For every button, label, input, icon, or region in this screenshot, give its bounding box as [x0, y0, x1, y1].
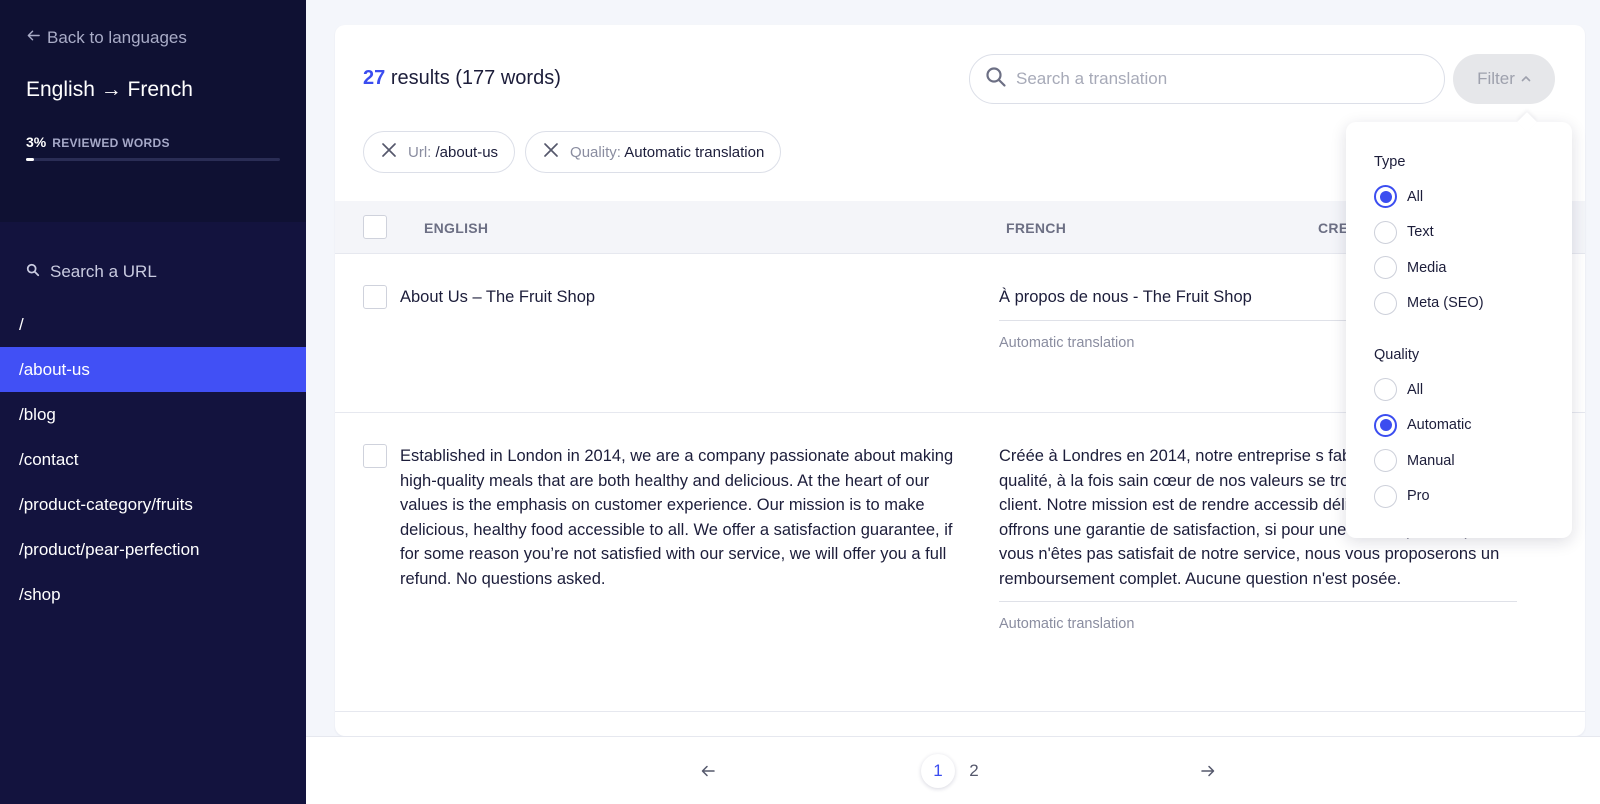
url-item[interactable]: /blog: [0, 392, 306, 437]
option-label: All: [1407, 188, 1424, 205]
quality-group-title: Quality: [1374, 347, 1420, 363]
column-header-third: CRE: [1318, 220, 1349, 236]
url-search-input[interactable]: Search a URL: [50, 262, 157, 282]
column-header-source: ENGLISH: [424, 220, 489, 236]
results-count: 27: [363, 67, 386, 89]
arrow-right-icon[interactable]: [1195, 758, 1221, 784]
option-label: Text: [1407, 224, 1434, 241]
type-option-all[interactable]: All: [1374, 179, 1572, 215]
url-item[interactable]: /shop: [0, 572, 306, 617]
quality-option-all[interactable]: All: [1374, 372, 1572, 408]
radio-button[interactable]: [1374, 220, 1397, 244]
translation-search-input[interactable]: [1016, 69, 1416, 89]
url-item[interactable]: /contact: [0, 437, 306, 482]
progress-percent: 3%: [26, 134, 47, 150]
option-label: Manual: [1407, 452, 1455, 469]
type-option-meta-seo[interactable]: Meta (SEO): [1374, 286, 1572, 322]
url-search[interactable]: Search a URL: [26, 262, 306, 282]
language-pair-title: English → French: [26, 78, 193, 101]
progress-label: REVIEWED WORDS: [52, 136, 170, 150]
quality-option-pro[interactable]: Pro: [1374, 479, 1572, 515]
column-header-target: FRENCH: [1006, 220, 1067, 236]
close-icon[interactable]: [542, 141, 560, 163]
results-suffix: results (177 words): [390, 67, 561, 89]
search-icon: [984, 65, 1008, 94]
chevron-up-icon: [1521, 69, 1531, 89]
option-label: Media: [1407, 259, 1447, 276]
pagination: 1 2: [306, 736, 1600, 804]
filter-chip-url[interactable]: Url: /about-us: [363, 131, 516, 173]
chip-value: /about-us: [435, 143, 499, 161]
option-label: Meta (SEO): [1407, 295, 1484, 312]
filter-label: Filter: [1477, 69, 1515, 88]
select-all-checkbox[interactable]: [363, 215, 387, 239]
option-label: Pro: [1407, 488, 1430, 505]
results-summary: 27 results (177 words): [363, 67, 561, 90]
close-icon[interactable]: [380, 141, 398, 163]
radio-button[interactable]: [1374, 413, 1397, 437]
radio-button[interactable]: [1374, 291, 1397, 315]
type-option-text[interactable]: Text: [1374, 215, 1572, 251]
back-to-languages-link[interactable]: Back to languages: [26, 28, 280, 48]
option-label: All: [1407, 381, 1424, 398]
type-option-media[interactable]: Media: [1374, 250, 1572, 286]
radio-button[interactable]: [1374, 256, 1397, 280]
radio-button[interactable]: [1374, 378, 1397, 402]
source-text: About Us – The Fruit Shop: [400, 288, 596, 306]
chip-key: Quality:: [570, 143, 621, 161]
source-text: Established in London in 2014, we are a …: [400, 447, 954, 588]
quality-option-automatic[interactable]: Automatic: [1374, 408, 1572, 444]
filter-button[interactable]: Filter: [1453, 54, 1555, 104]
page-button[interactable]: 2: [957, 754, 991, 788]
active-filters: Url: /about-us Quality: Automatic transl…: [363, 131, 782, 173]
url-item[interactable]: /product-category/fruits: [0, 482, 306, 527]
quality-option-manual[interactable]: Manual: [1374, 443, 1572, 479]
chip-value: Automatic translation: [624, 143, 765, 161]
arrow-left-icon: [26, 28, 41, 48]
row-checkbox[interactable]: [363, 444, 387, 468]
url-item-active[interactable]: /about-us: [0, 347, 306, 392]
sidebar-header: Back to languages English → French 3% RE…: [0, 0, 306, 222]
filter-dropdown: Type All Text Media Meta (SEO) Quality A…: [1346, 122, 1572, 538]
arrow-left-icon[interactable]: [695, 758, 721, 784]
search-icon: [26, 262, 40, 282]
radio-button[interactable]: [1374, 185, 1397, 209]
chip-key: Url:: [408, 143, 432, 161]
url-list: / /about-us /blog /contact /product-cate…: [0, 302, 306, 617]
quality-label: Automatic translation: [999, 616, 1135, 632]
row-checkbox[interactable]: [363, 285, 387, 309]
page-button-current[interactable]: 1: [921, 754, 955, 788]
progress-bar-fill: [26, 158, 34, 161]
progress-bar: [26, 158, 280, 161]
url-item[interactable]: /product/pear-perfection: [0, 527, 306, 572]
review-progress: 3% REVIEWED WORDS: [26, 134, 280, 150]
sidebar: Back to languages English → French 3% RE…: [0, 0, 306, 804]
url-item[interactable]: /: [0, 302, 306, 347]
radio-button[interactable]: [1374, 484, 1397, 508]
radio-button[interactable]: [1374, 449, 1397, 473]
option-label: Automatic: [1407, 417, 1472, 434]
translation-search[interactable]: [969, 54, 1445, 104]
filter-chip-quality[interactable]: Quality: Automatic translation: [525, 131, 782, 173]
type-group-title: Type: [1374, 154, 1406, 170]
back-link-label: Back to languages: [47, 28, 187, 47]
